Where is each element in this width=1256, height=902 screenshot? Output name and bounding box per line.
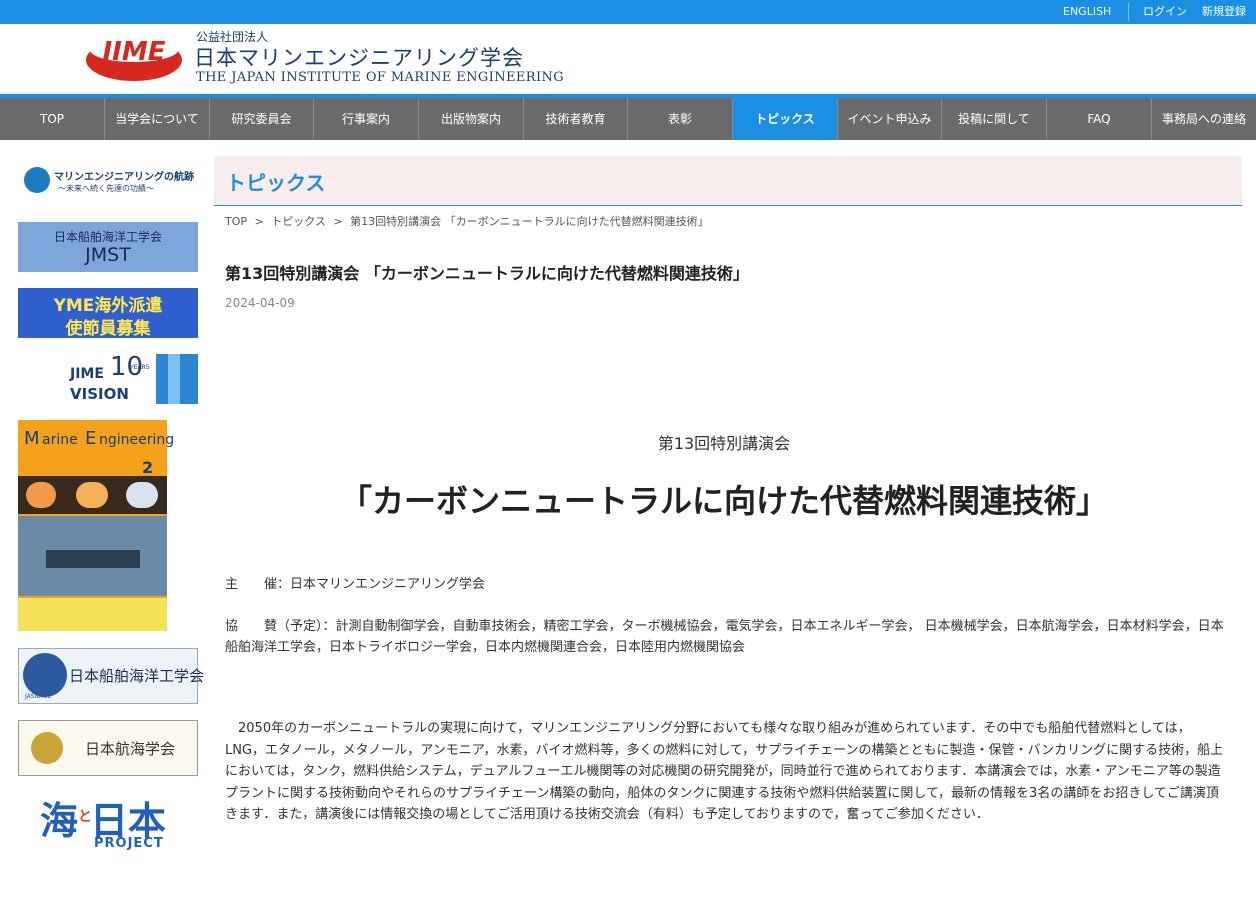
flame-1 [26, 482, 56, 508]
jmst-banner[interactable]: 日本船舶海洋工学会 JMST [18, 222, 198, 272]
breadcrumb-topics[interactable]: トピックス [271, 215, 326, 228]
breadcrumb-separator: > [254, 215, 264, 228]
event-host: 主 催：日本マリンエンジニアリング学会 [225, 577, 486, 592]
jmst-abbr: JMST [85, 244, 131, 266]
breadcrumb: TOP > トピックス > 第13回特別講演会 「カーボンニュートラルに向けた代… [225, 213, 713, 229]
nav-contact[interactable]: 事務局への連絡 [1152, 98, 1256, 140]
umi-char: 海 [40, 799, 79, 843]
magazine-issue: 2 [142, 458, 154, 477]
ship-hull [46, 550, 140, 568]
yme-line1: YME海外派遣 [53, 296, 163, 316]
login-link[interactable]: ログイン [1143, 0, 1187, 24]
section-heading-band: トピックス [214, 156, 1242, 206]
jime-logo[interactable]: JIME [84, 30, 184, 82]
nav-publications[interactable]: 出版物案内 [419, 98, 524, 140]
org-name-en: THE JAPAN INSTITUTE OF MARINE ENGINEERIN… [196, 70, 565, 85]
breadcrumb-separator: > [333, 215, 343, 228]
event-title: 「カーボンニュートラルに向けた代替燃料関連技術」 [339, 482, 1108, 520]
utility-bar: ENGLISH ログイン 新規登録 [0, 0, 1256, 24]
jasnaoe-emblem-icon [23, 653, 67, 697]
flame-2 [76, 482, 108, 508]
nav-submission[interactable]: 投稿に関して [942, 98, 1047, 140]
article-date: 2024-04-09 [225, 296, 295, 310]
english-link[interactable]: ENGLISH [1063, 0, 1111, 24]
breadcrumb-current: 第13回特別講演会 「カーボンニュートラルに向けた代替燃料関連技術」 [350, 215, 709, 228]
yme-line2: 使節員募集 [65, 319, 151, 339]
umi-to-nippon-project-banner[interactable]: 海 と 日本 PROJECT [18, 792, 198, 854]
jasnaoe-banner[interactable]: JASNAOE 日本船舶海洋工学会 [18, 648, 204, 704]
wave-banner-title: マリンエンジニアリングの航跡 [54, 172, 194, 183]
wave-emblem-icon [24, 167, 50, 193]
magazine-letter-e: E [85, 428, 97, 449]
main-nav: TOP 当学会について 研究委員会 行事案内 出版物案内 技術者教育 表彰 トピ… [0, 98, 1256, 140]
event-subtitle: 第13回特別講演会 [657, 434, 791, 453]
navigation-emblem-icon [31, 732, 63, 764]
event-description: 2050年のカーボンニュートラルの実現に向けて，マリンエンジニアリング分野におい… [225, 721, 1224, 822]
marine-engineering-magazine-cover[interactable]: M arine E ngineering 2 [18, 420, 174, 631]
vision-label: VISION [70, 385, 129, 403]
logo-text: JIME [98, 37, 166, 67]
magazine-letter-m: M [24, 428, 40, 449]
magazine-footer [18, 598, 167, 631]
nav-event-registration[interactable]: イベント申込み [838, 98, 942, 140]
main-content: トピックス TOP > トピックス > 第13回特別講演会 「カーボンニュートラ… [214, 140, 1242, 902]
yme-banner[interactable]: YME海外派遣 使節員募集 [18, 288, 198, 339]
magazine-title-b: ngineering [99, 432, 175, 448]
vision-label-jime: JIME [70, 366, 104, 382]
wave-banner-subtitle: ～未来へ続く先達の功績～ [58, 184, 154, 193]
nav-top[interactable]: TOP [0, 98, 105, 140]
nav-faq[interactable]: FAQ [1047, 98, 1152, 140]
nav-committees[interactable]: 研究委員会 [210, 98, 314, 140]
jime-vision-banner[interactable]: JIME 10 YEARS VISION [18, 352, 198, 404]
magazine-title-a: arine [42, 432, 78, 448]
vision-stripe-light [168, 354, 180, 404]
section-heading: トピックス [226, 171, 326, 195]
navigation-name: 日本航海学会 [85, 740, 176, 758]
umi-project-label: PROJECT [94, 836, 164, 851]
jmst-name: 日本船舶海洋工学会 [53, 230, 162, 244]
flame-3 [126, 482, 158, 508]
nav-events[interactable]: 行事案内 [314, 98, 419, 140]
register-link[interactable]: 新規登録 [1202, 0, 1246, 24]
article-title: 第13回特別講演会 「カーボンニュートラルに向けた代替燃料関連技術」 [225, 264, 749, 283]
jasnaoe-name: 日本船舶海洋工学会 [69, 667, 205, 685]
japan-institute-of-navigation-banner[interactable]: 日本航海学会 [18, 720, 198, 776]
breadcrumb-top[interactable]: TOP [225, 215, 247, 228]
nav-about[interactable]: 当学会について [105, 98, 210, 140]
nav-education[interactable]: 技術者教育 [524, 98, 628, 140]
vision-years: YEARS [130, 364, 150, 371]
org-name-ja[interactable]: 日本マリンエンジニアリング学会 [194, 42, 524, 72]
wake-history-banner[interactable]: マリンエンジニアリングの航跡 ～未来へ続く先達の功績～ [18, 162, 198, 200]
site-header: JIME 公益社団法人 日本マリンエンジニアリング学会 THE JAPAN IN… [0, 24, 1256, 94]
nav-topics[interactable]: トピックス [733, 98, 838, 140]
sidebar: マリンエンジニアリングの航跡 ～未来へ続く先達の功績～ 日本船舶海洋工学会 JM… [0, 140, 210, 902]
jasnaoe-mark: JASNAOE [25, 693, 52, 700]
nav-awards[interactable]: 表彰 [628, 98, 733, 140]
event-supporters: 協 賛（予定）：計測自動制御学会，自動車技術会，精密工学会，ターボ機械協会，電気… [225, 619, 1224, 655]
utility-divider [1128, 3, 1129, 21]
